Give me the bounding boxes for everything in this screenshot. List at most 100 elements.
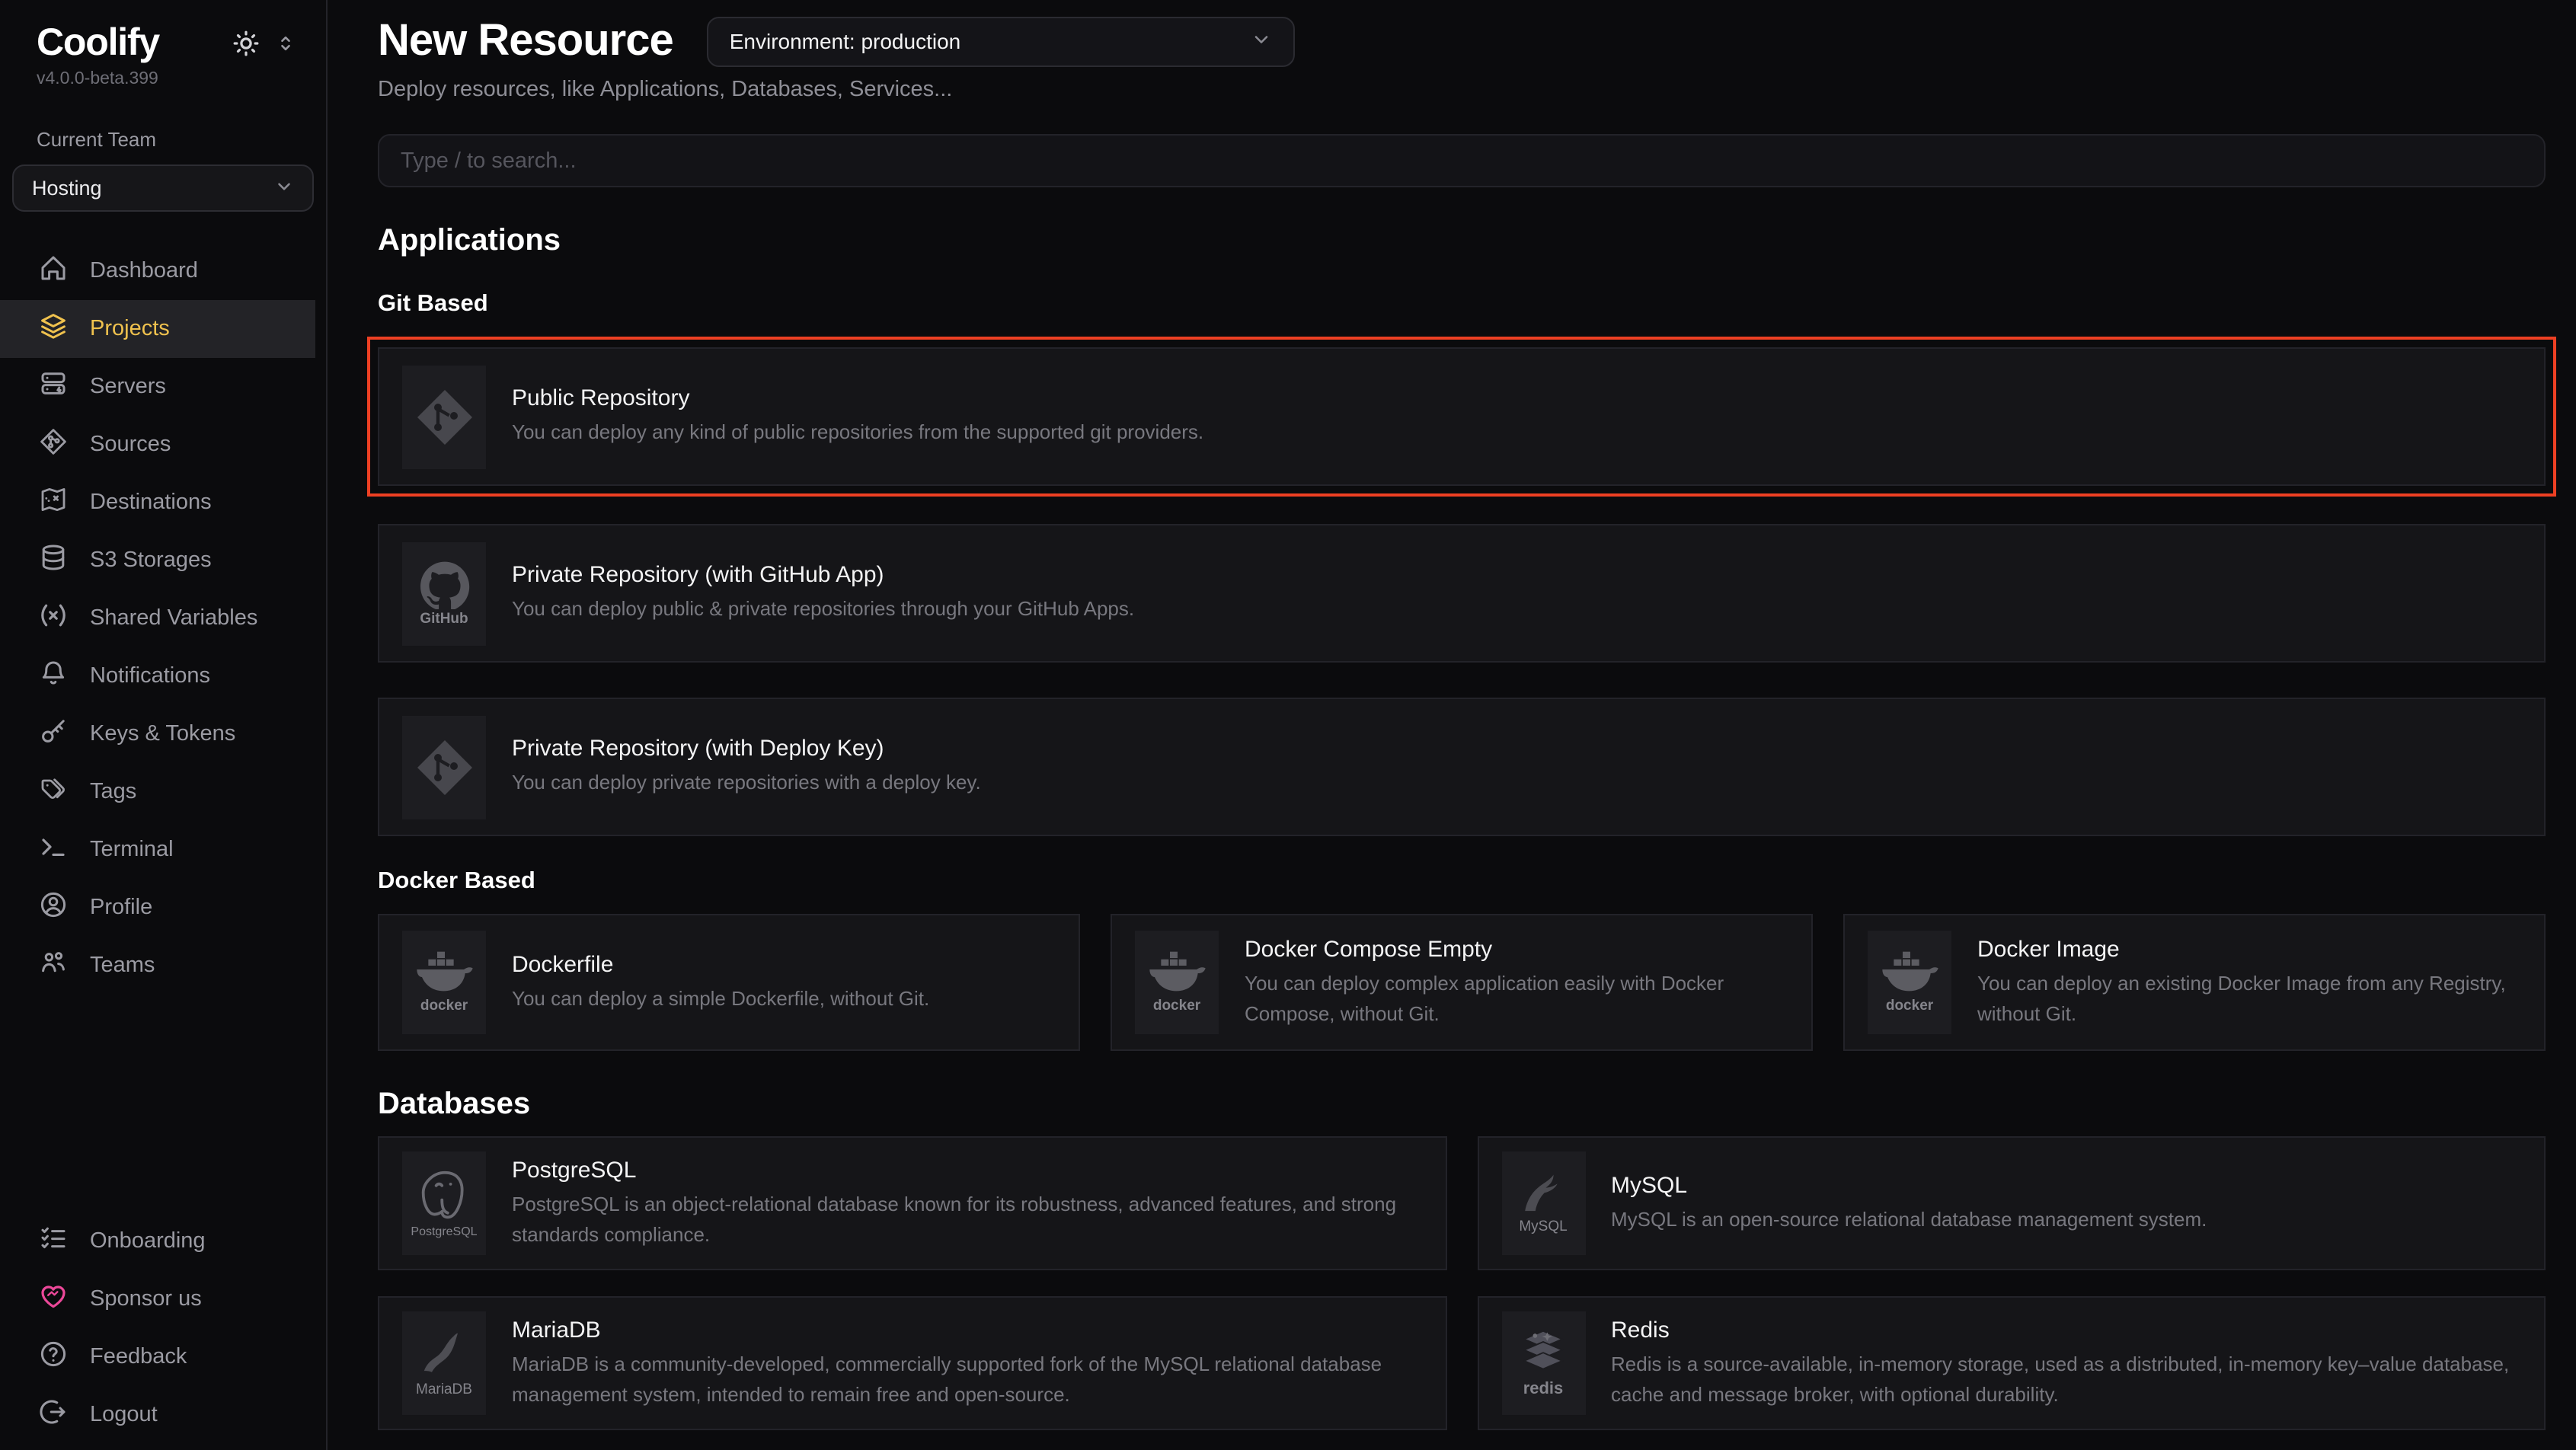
search-box[interactable] [378, 134, 2546, 187]
sidebar-item-projects[interactable]: Projects [0, 300, 315, 358]
sidebar-item-sources[interactable]: Sources [0, 416, 315, 474]
card-postgresql[interactable]: PostgreSQL PostgreSQL PostgreSQL is an o… [378, 1136, 1446, 1270]
card-description: You can deploy complex application easil… [1245, 969, 1788, 1028]
sidebar-item-label: Onboarding [90, 1229, 206, 1254]
sidebar-item-onboarding[interactable]: Onboarding [0, 1212, 315, 1270]
card-docker-compose-empty[interactable]: docker Docker Compose Empty You can depl… [1111, 914, 1813, 1051]
layers-icon [38, 311, 69, 347]
database-icon [38, 542, 69, 579]
redis-logo: redis [1501, 1311, 1585, 1415]
sidebar-item-label: Terminal [90, 838, 174, 862]
card-title: Public Repository [512, 386, 1203, 412]
docker-cards-row: docker Dockerfile You can deploy a simpl… [378, 914, 2546, 1051]
git-based-heading: Git Based [378, 291, 2546, 318]
card-public-repository[interactable]: Public Repository You can deploy any kin… [378, 347, 2546, 486]
redis-logo-caption: redis [1523, 1379, 1564, 1397]
sidebar-item-label: Dashboard [90, 259, 198, 283]
card-private-repository-deploy-key[interactable]: Private Repository (with Deploy Key) You… [378, 698, 2546, 836]
sidebar-item-teams[interactable]: Teams [0, 937, 315, 995]
server-icon [38, 369, 69, 405]
page-subtitle: Deploy resources, like Applications, Dat… [378, 78, 2546, 102]
card-title: Redis [1611, 1317, 2521, 1343]
card-docker-image[interactable]: docker Docker Image You can deploy an ex… [1843, 914, 2546, 1051]
coolify-app: Coolify v4.0.0-beta.399 Current Team Hos… [0, 0, 2576, 1450]
docker-logo-caption: docker [420, 998, 468, 1014]
git-diamond-icon [38, 426, 69, 463]
card-description: You can deploy a simple Dockerfile, with… [512, 984, 929, 1014]
database-cards-grid: PostgreSQL PostgreSQL PostgreSQL is an o… [378, 1136, 2546, 1430]
docker-based-heading: Docker Based [378, 868, 2546, 896]
sidebar-item-label: Profile [90, 896, 152, 920]
github-logo-caption: GitHub [420, 610, 468, 627]
help-icon [38, 1339, 69, 1375]
card-redis[interactable]: redis Redis Redis is a source-available,… [1477, 1296, 2546, 1430]
docker-logo: docker [1135, 931, 1219, 1034]
team-select[interactable]: Hosting [12, 164, 314, 212]
sidebar-item-label: Keys & Tokens [90, 722, 235, 746]
current-team-label: Current Team [0, 128, 326, 151]
sidebar-item-terminal[interactable]: Terminal [0, 821, 315, 879]
app-version: v4.0.0-beta.399 [0, 65, 326, 88]
card-title: MariaDB [512, 1317, 1422, 1343]
mysql-logo-caption: MySQL [1519, 1218, 1567, 1235]
tags-icon [38, 774, 69, 810]
checklist-icon [38, 1223, 69, 1260]
sidebar-item-profile[interactable]: Profile [0, 879, 315, 937]
sidebar-item-dashboard[interactable]: Dashboard [0, 242, 315, 300]
card-title: Docker Image [1977, 937, 2521, 963]
card-mysql[interactable]: MySQL MySQL MySQL is an open-source rela… [1477, 1136, 2546, 1270]
sidebar-item-feedback[interactable]: Feedback [0, 1328, 315, 1386]
theme-sun-icon[interactable] [232, 29, 260, 58]
team-select-value: Hosting [32, 177, 102, 200]
map-icon [38, 484, 69, 521]
card-description: You can deploy any kind of public reposi… [512, 418, 1203, 448]
sidebar-item-logout[interactable]: Logout [0, 1386, 315, 1444]
postgresql-logo-caption: PostgreSQL [411, 1225, 477, 1238]
card-title: PostgreSQL [512, 1158, 1422, 1183]
annotation-highlight-box: Public Repository You can deploy any kin… [367, 337, 2556, 497]
chevrons-up-down-icon[interactable] [276, 34, 296, 53]
profile-icon [38, 889, 69, 926]
card-title: Docker Compose Empty [1245, 937, 1788, 963]
chevron-down-icon [1251, 28, 1272, 54]
sidebar: Coolify v4.0.0-beta.399 Current Team Hos… [0, 0, 328, 1450]
sidebar-item-label: Projects [90, 317, 170, 341]
heart-icon [38, 1281, 69, 1317]
sidebar-item-keys-tokens[interactable]: Keys & Tokens [0, 705, 315, 763]
app-logo: Coolify [37, 21, 159, 65]
sidebar-item-servers[interactable]: Servers [0, 358, 315, 416]
variables-icon [38, 600, 69, 637]
card-description: MariaDB is a community-developed, commer… [512, 1349, 1422, 1409]
sidebar-item-label: Notifications [90, 664, 210, 688]
card-description: PostgreSQL is an object-relational datab… [512, 1190, 1422, 1249]
sidebar-item-label: Feedback [90, 1345, 187, 1369]
git-logo [402, 365, 486, 468]
card-mariadb[interactable]: MariaDB MariaDB MariaDB is a community-d… [378, 1296, 1446, 1430]
sidebar-item-tags[interactable]: Tags [0, 763, 315, 821]
card-dockerfile[interactable]: docker Dockerfile You can deploy a simpl… [378, 914, 1080, 1051]
card-title: Private Repository (with GitHub App) [512, 563, 1134, 589]
sidebar-item-label: Teams [90, 953, 155, 978]
sidebar-item-label: Sponsor us [90, 1287, 202, 1311]
card-description: You can deploy private repositories with… [512, 768, 981, 798]
environment-select-value: Environment: production [730, 29, 961, 53]
sidebar-item-shared-variables[interactable]: Shared Variables [0, 589, 315, 647]
card-title: Private Repository (with Deploy Key) [512, 736, 981, 762]
sidebar-item-sponsor-us[interactable]: Sponsor us [0, 1270, 315, 1328]
sidebar-item-notifications[interactable]: Notifications [0, 647, 315, 705]
card-private-repository-github-app[interactable]: GitHub Private Repository (with GitHub A… [378, 524, 2546, 663]
card-description: MySQL is an open-source relational datab… [1611, 1205, 2207, 1234]
logout-icon [38, 1397, 69, 1433]
sidebar-item-label: Shared Variables [90, 606, 257, 631]
chevron-down-icon [274, 176, 294, 200]
environment-select[interactable]: Environment: production [707, 16, 1295, 66]
sidebar-item-label: Logout [90, 1403, 158, 1427]
card-description: You can deploy public & private reposito… [512, 595, 1134, 624]
search-input[interactable] [401, 149, 2523, 173]
docker-logo-caption: docker [1886, 998, 1933, 1014]
github-logo: GitHub [402, 541, 486, 645]
sidebar-item-s3-storages[interactable]: S3 Storages [0, 532, 315, 589]
sidebar-item-destinations[interactable]: Destinations [0, 474, 315, 532]
postgresql-logo: PostgreSQL [402, 1151, 486, 1255]
sidebar-item-label: S3 Storages [90, 548, 212, 573]
